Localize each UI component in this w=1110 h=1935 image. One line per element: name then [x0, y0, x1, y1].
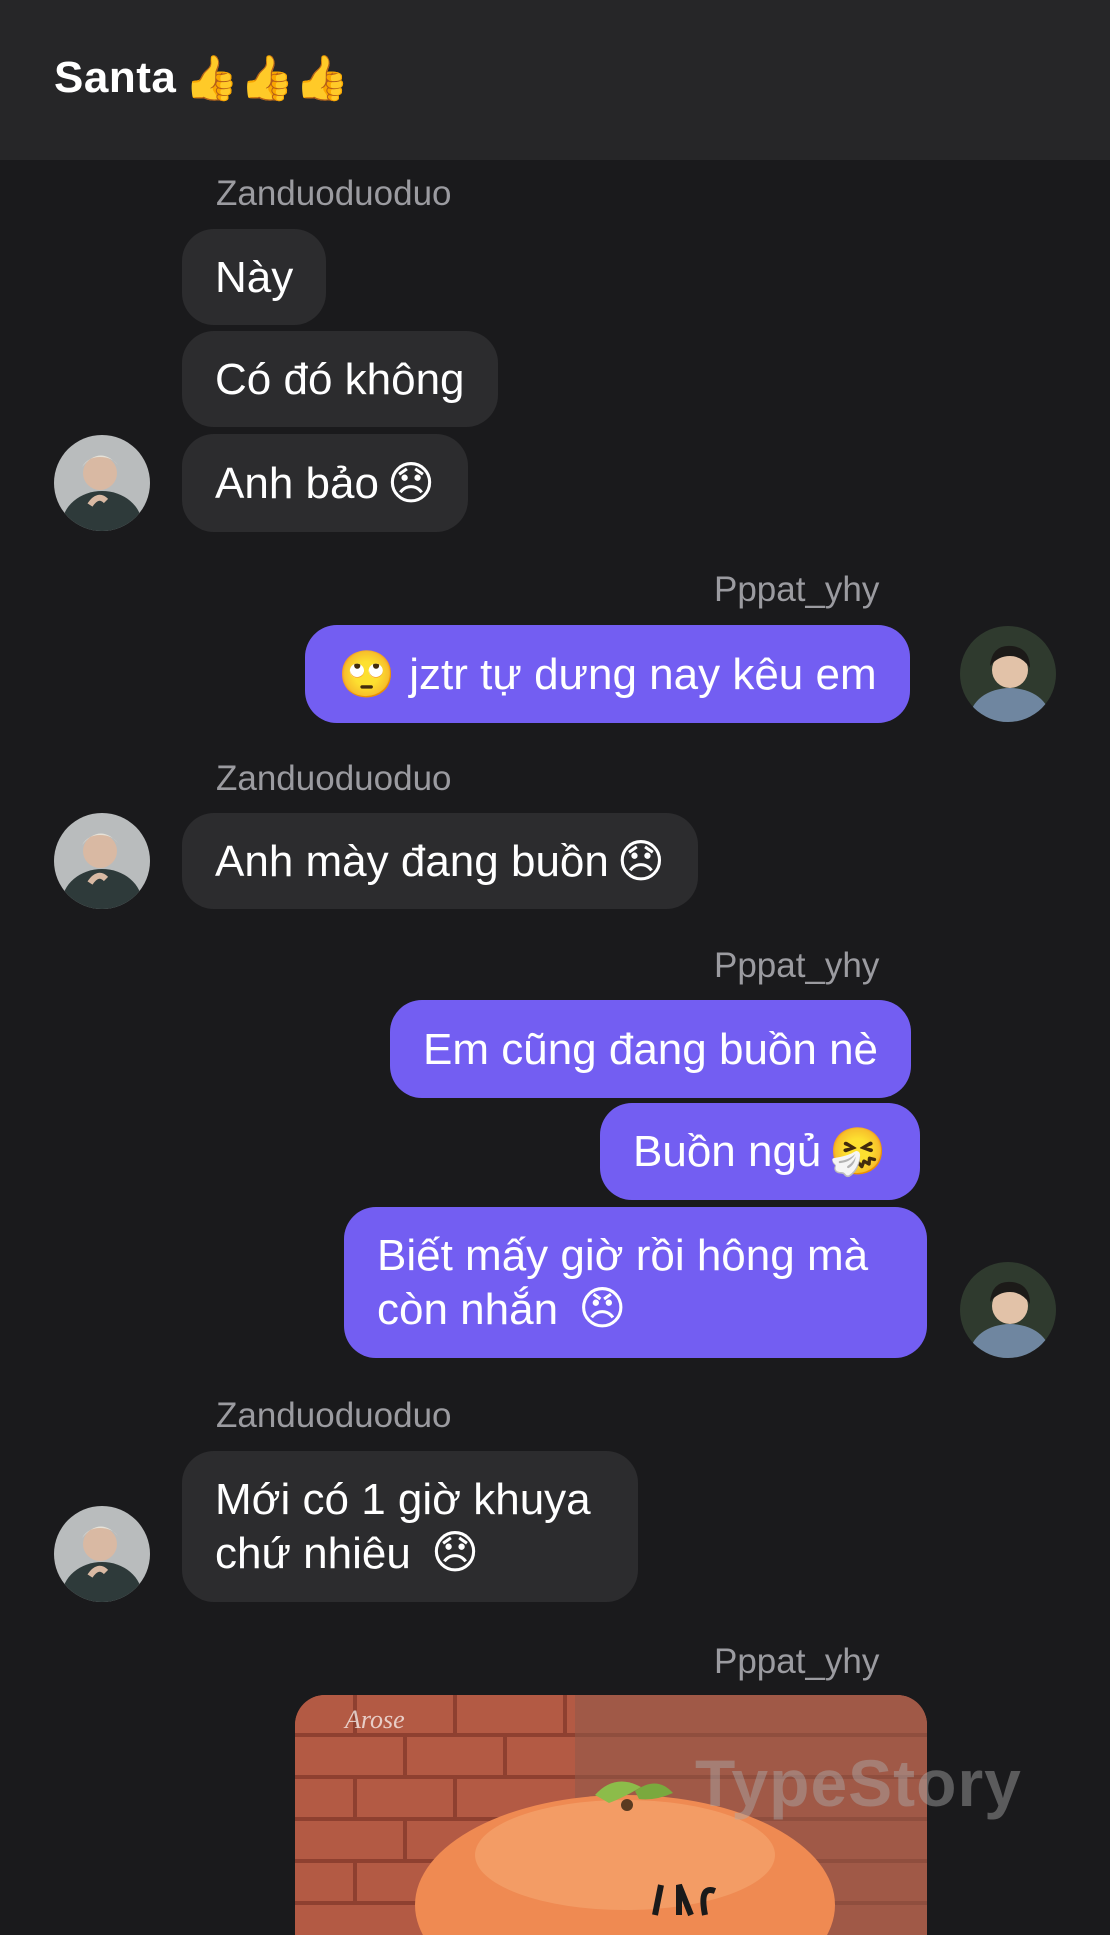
message-bubble[interactable]: Anh mày đang buồn 😞 [182, 813, 698, 909]
message-text-line: còn nhắn [377, 1285, 559, 1334]
sender-name: Pppat_yhy [714, 946, 880, 985]
disappointed-face-icon: 😞 [386, 456, 435, 509]
message-bubble[interactable]: Này [182, 229, 327, 325]
avatar-zanduoduoduo[interactable] [54, 813, 150, 909]
message-bubble[interactable]: Có đó không [182, 331, 498, 427]
message-text-line: chứ nhiêu [215, 1529, 411, 1578]
chat-header: Santa 👍👍👍 [0, 0, 1110, 160]
chat-title[interactable]: Santa 👍👍👍 [54, 52, 350, 104]
chat-title-text: Santa [54, 53, 177, 102]
message-bubble[interactable]: Anh bảo 😞 [182, 434, 468, 532]
message-text-line: Biết mấy giờ rồi hông mà [377, 1231, 869, 1280]
eye-roll-face-icon: 🙄 [338, 647, 396, 700]
message-text-line: Mới có 1 giờ khuya [215, 1475, 591, 1524]
message-bubble[interactable]: Mới có 1 giờ khuya chứ nhiêu 😞 [182, 1451, 638, 1602]
message-text: Em cũng đang buồn nè [423, 1024, 879, 1074]
sneezing-face-icon: 🤧 [829, 1125, 887, 1177]
sender-name: Pppat_yhy [714, 570, 880, 609]
message-bubble[interactable]: Buồn ngủ 🤧 [600, 1103, 920, 1200]
angry-face-icon: 😠 [578, 1282, 627, 1334]
avatar-pppat-yhy[interactable] [960, 626, 1056, 722]
message-bubble[interactable]: Biết mấy giờ rồi hông mà còn nhắn 😠 [344, 1207, 927, 1358]
sender-name: Zanduoduoduo [216, 1396, 452, 1435]
message-text: Có đó không [215, 354, 465, 404]
message-bubble[interactable]: Em cũng đang buồn nè [390, 1000, 912, 1098]
disappointed-face-icon: 😞 [616, 834, 665, 887]
avatar-pppat-yhy[interactable] [960, 1262, 1056, 1358]
sender-name: Zanduoduoduo [216, 174, 452, 213]
avatar-zanduoduoduo[interactable] [54, 435, 150, 531]
message-bubble[interactable]: 🙄 jztr tự dưng nay kêu em [305, 625, 910, 723]
message-text: Buồn ngủ [633, 1127, 822, 1176]
image-tag-text: Arose [345, 1705, 405, 1734]
sender-name: Zanduoduoduo [216, 759, 452, 798]
message-text: jztr tự dưng nay kêu em [409, 649, 877, 699]
message-text: Anh bảo [215, 458, 379, 508]
sender-name: Pppat_yhy [714, 1642, 880, 1681]
avatar-zanduoduoduo[interactable] [54, 1506, 150, 1602]
message-text: Này [215, 252, 294, 302]
thumbs-up-icon: 👍👍👍 [184, 54, 351, 103]
message-text: Anh mày đang buồn [215, 836, 609, 886]
watermark: TypeStory [695, 1746, 1022, 1820]
disappointed-face-icon: 😞 [431, 1526, 480, 1578]
